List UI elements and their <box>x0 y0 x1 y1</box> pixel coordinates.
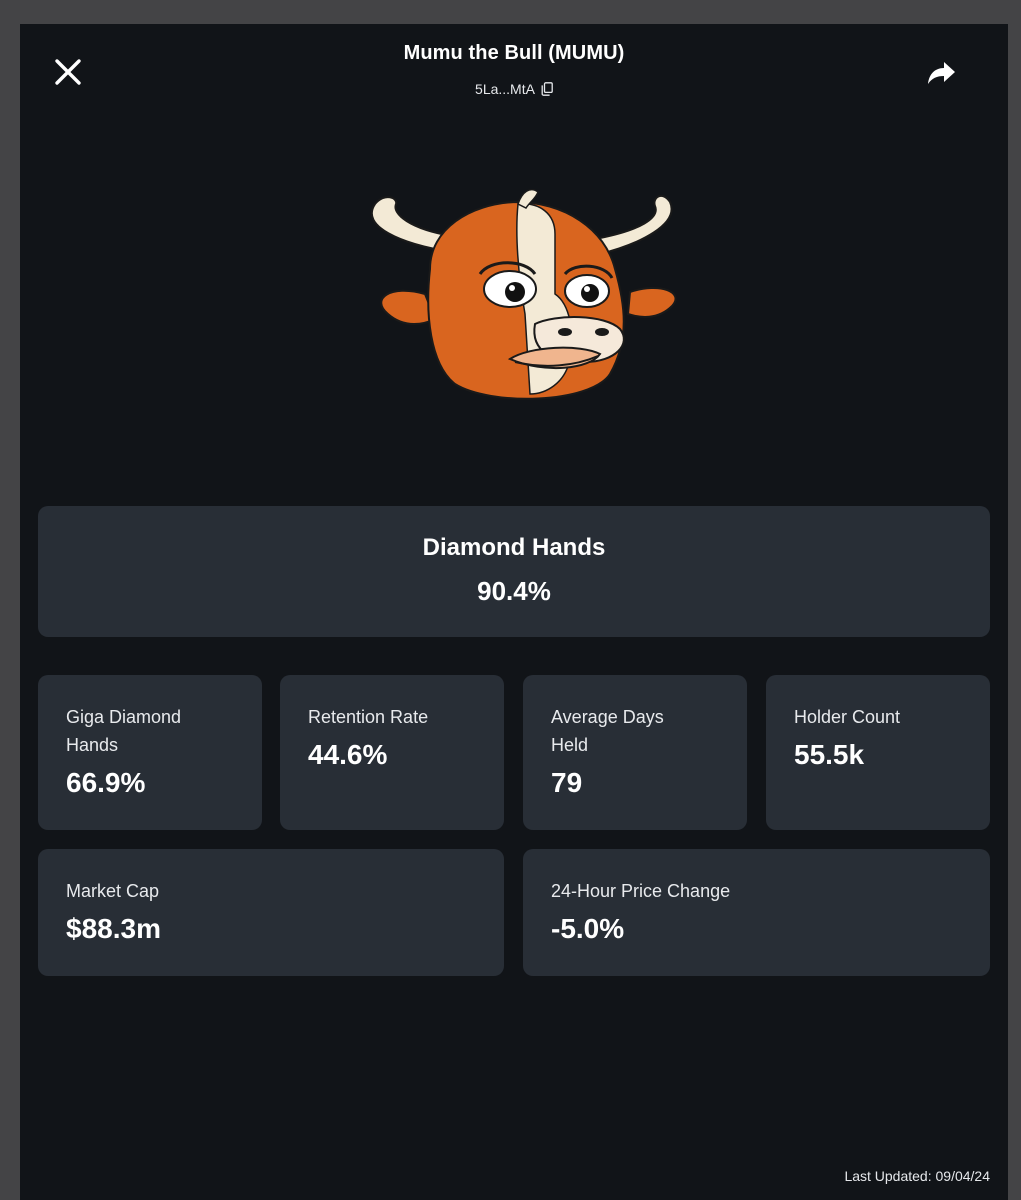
stat-value: -5.0% <box>551 913 625 944</box>
stat-value: 44.6% <box>308 739 388 770</box>
share-button[interactable] <box>922 54 960 92</box>
stat-label: Average Days Held <box>551 707 664 755</box>
diamond-hands-card: Diamond Hands 90.4% <box>38 506 990 637</box>
stat-label: Giga Diamond Hands <box>66 707 182 755</box>
copy-icon[interactable] <box>541 82 553 96</box>
stat-value: 79 <box>551 767 583 798</box>
token-detail-panel: Mumu the Bull (MUMU) 5La...MtA Diamond H… <box>20 24 1008 1200</box>
token-address: 5La...MtA <box>20 81 1008 97</box>
token-logo <box>340 174 690 404</box>
stat-card-average-days-held: Average Days Held 79 <box>523 675 747 830</box>
stat-label: Market Cap <box>66 881 160 901</box>
stat-label: 24-Hour Price Change <box>551 881 731 901</box>
stat-value: 66.9% <box>66 767 146 798</box>
share-icon <box>928 62 955 84</box>
diamond-hands-label: Diamond Hands <box>422 534 606 561</box>
last-updated-text: Last Updated: 09/04/24 <box>844 1168 990 1184</box>
stat-label: Retention Rate <box>308 707 429 727</box>
stat-card-24h-price-change: 24-Hour Price Change -5.0% <box>523 849 990 976</box>
token-address-text: 5La...MtA <box>475 81 535 97</box>
stat-value: $88.3m <box>66 913 161 944</box>
token-title: Mumu the Bull (MUMU) <box>403 42 625 64</box>
bull-mascot-logo <box>370 188 677 400</box>
stat-card-holder-count: Holder Count 55.5k <box>766 675 990 830</box>
stat-card-giga-diamond-hands: Giga Diamond Hands 66.9% <box>38 675 262 830</box>
diamond-hands-value: 90.4% <box>477 576 551 606</box>
stat-label: Holder Count <box>794 707 901 727</box>
stat-card-retention-rate: Retention Rate 44.6% <box>280 675 504 830</box>
stat-value: 55.5k <box>794 739 865 770</box>
stat-card-market-cap: Market Cap $88.3m <box>38 849 504 976</box>
